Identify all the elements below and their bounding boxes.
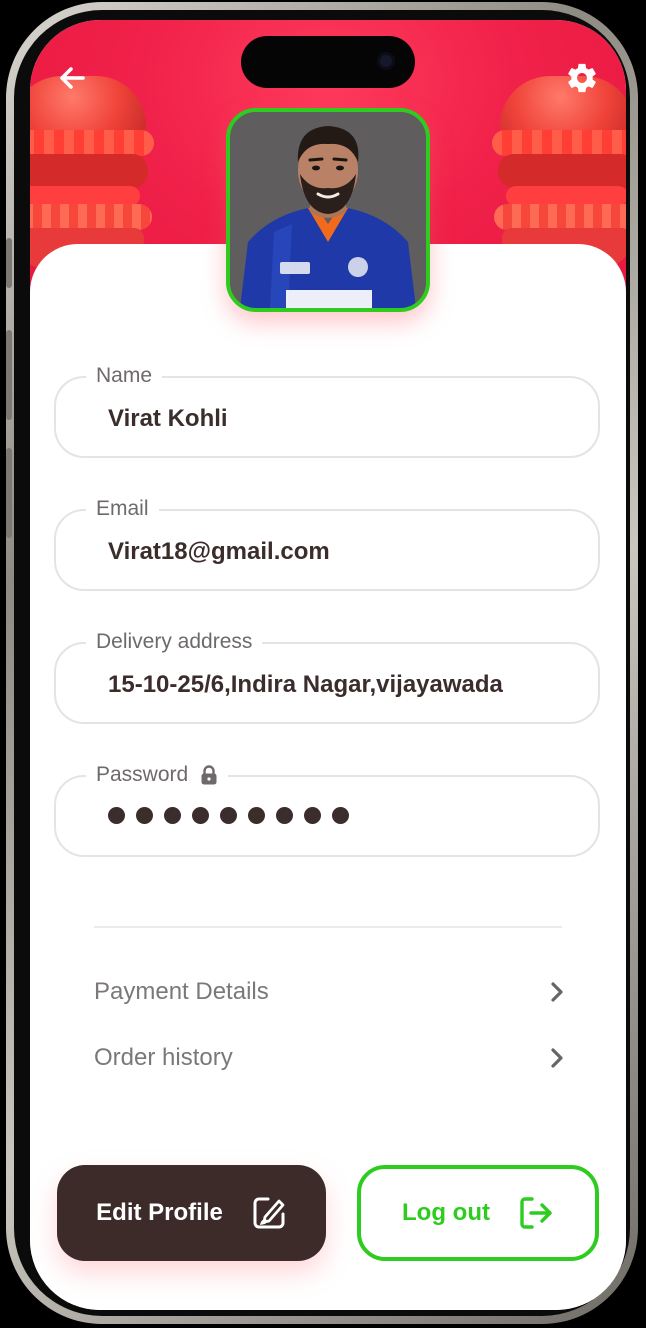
password-field[interactable]: Password [54,761,600,857]
password-dot [108,807,125,824]
arrow-left-icon [60,67,85,89]
order-history-label: Order history [94,1044,233,1071]
menu-item-payment-details[interactable]: Payment Details [94,972,564,1012]
logout-button[interactable]: Log out [357,1165,599,1261]
name-value[interactable]: Virat Kohli [108,404,228,434]
section-divider [94,926,562,928]
profile-screen: Name Virat Kohli Email Virat18@gmail.com… [30,20,626,1310]
lock-icon [201,765,217,785]
password-dot [248,807,265,824]
avatar[interactable] [226,108,430,312]
name-label-text: Name [96,364,153,387]
email-label-text: Email [96,497,149,520]
burger-image-left [30,76,154,268]
password-label: Password [86,761,229,789]
name-label: Name [86,362,163,390]
password-value[interactable] [108,807,349,824]
password-dot [332,807,349,824]
dynamic-island [241,36,415,88]
front-camera [377,52,395,70]
address-value[interactable]: 15-10-25/6,Indira Nagar,vijayawada [108,670,503,700]
password-dot [192,807,209,824]
chevron-right-icon [551,982,563,1002]
password-dot [220,807,237,824]
edit-icon [253,1197,285,1229]
payment-details-label: Payment Details [94,978,269,1005]
edit-profile-label: Edit Profile [96,1199,223,1226]
logout-label: Log out [402,1199,490,1226]
password-dot [276,807,293,824]
address-field[interactable]: Delivery address 15-10-25/6,Indira Nagar… [54,628,600,724]
chevron-right-icon [551,1048,563,1068]
settings-button[interactable] [564,60,600,96]
volume-down-button [6,448,12,538]
profile-photo [230,112,426,308]
address-label-text: Delivery address [96,630,253,653]
logout-icon [520,1197,552,1229]
gear-icon [568,63,596,93]
password-dot [304,807,321,824]
burger-image-right [492,76,626,268]
email-field[interactable]: Email Virat18@gmail.com [54,495,600,591]
menu-item-order-history[interactable]: Order history [94,1038,564,1078]
back-button[interactable] [56,62,88,94]
name-field[interactable]: Name Virat Kohli [54,362,600,458]
password-dot [136,807,153,824]
email-value[interactable]: Virat18@gmail.com [108,537,330,567]
volume-up-button [6,330,12,420]
password-dot [164,807,181,824]
edit-profile-button[interactable]: Edit Profile [57,1165,326,1261]
password-label-text: Password [96,763,189,786]
mute-switch [6,238,12,288]
email-label: Email [86,495,159,523]
address-label: Delivery address [86,628,263,656]
